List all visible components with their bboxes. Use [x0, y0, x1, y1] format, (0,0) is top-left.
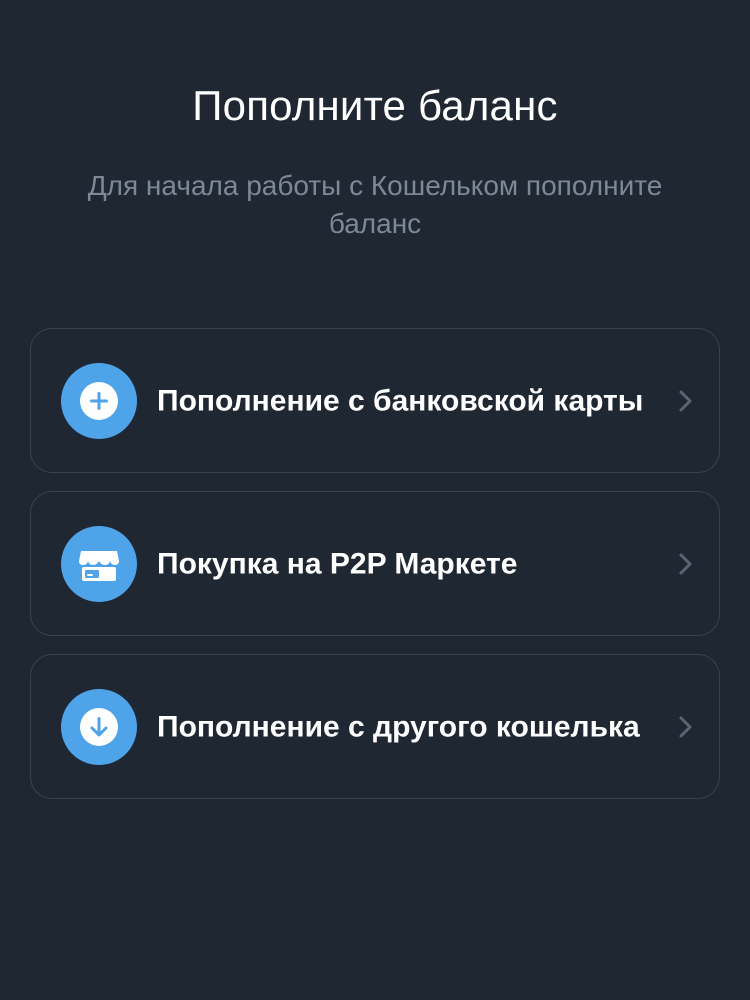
plus-circle-icon	[61, 362, 137, 439]
option-label: Пополнение с другого кошелька	[157, 710, 640, 743]
topup-options-list: Пополнение с банковской карты Покупка на…	[30, 328, 720, 817]
p2p-market-option[interactable]: Покупка на P2P Маркете	[30, 491, 720, 636]
other-wallet-topup-option[interactable]: Пополнение с другого кошелька	[30, 654, 720, 799]
option-label: Покупка на P2P Маркете	[157, 547, 518, 580]
arrow-down-circle-icon	[61, 688, 137, 765]
page-title: Пополните баланс	[192, 82, 558, 129]
store-icon	[61, 525, 137, 602]
chevron-right-icon	[679, 553, 692, 574]
page-subtitle: Для начала работы с Кошельком пополните …	[87, 170, 663, 239]
bank-card-topup-option[interactable]: Пополнение с банковской карты	[30, 328, 720, 473]
chevron-right-icon	[679, 390, 692, 411]
topup-screen: Пополните баланс Для начала работы с Кош…	[0, 0, 750, 1000]
chevron-right-icon	[679, 716, 692, 737]
option-label: Пополнение с банковской карты	[157, 384, 644, 417]
